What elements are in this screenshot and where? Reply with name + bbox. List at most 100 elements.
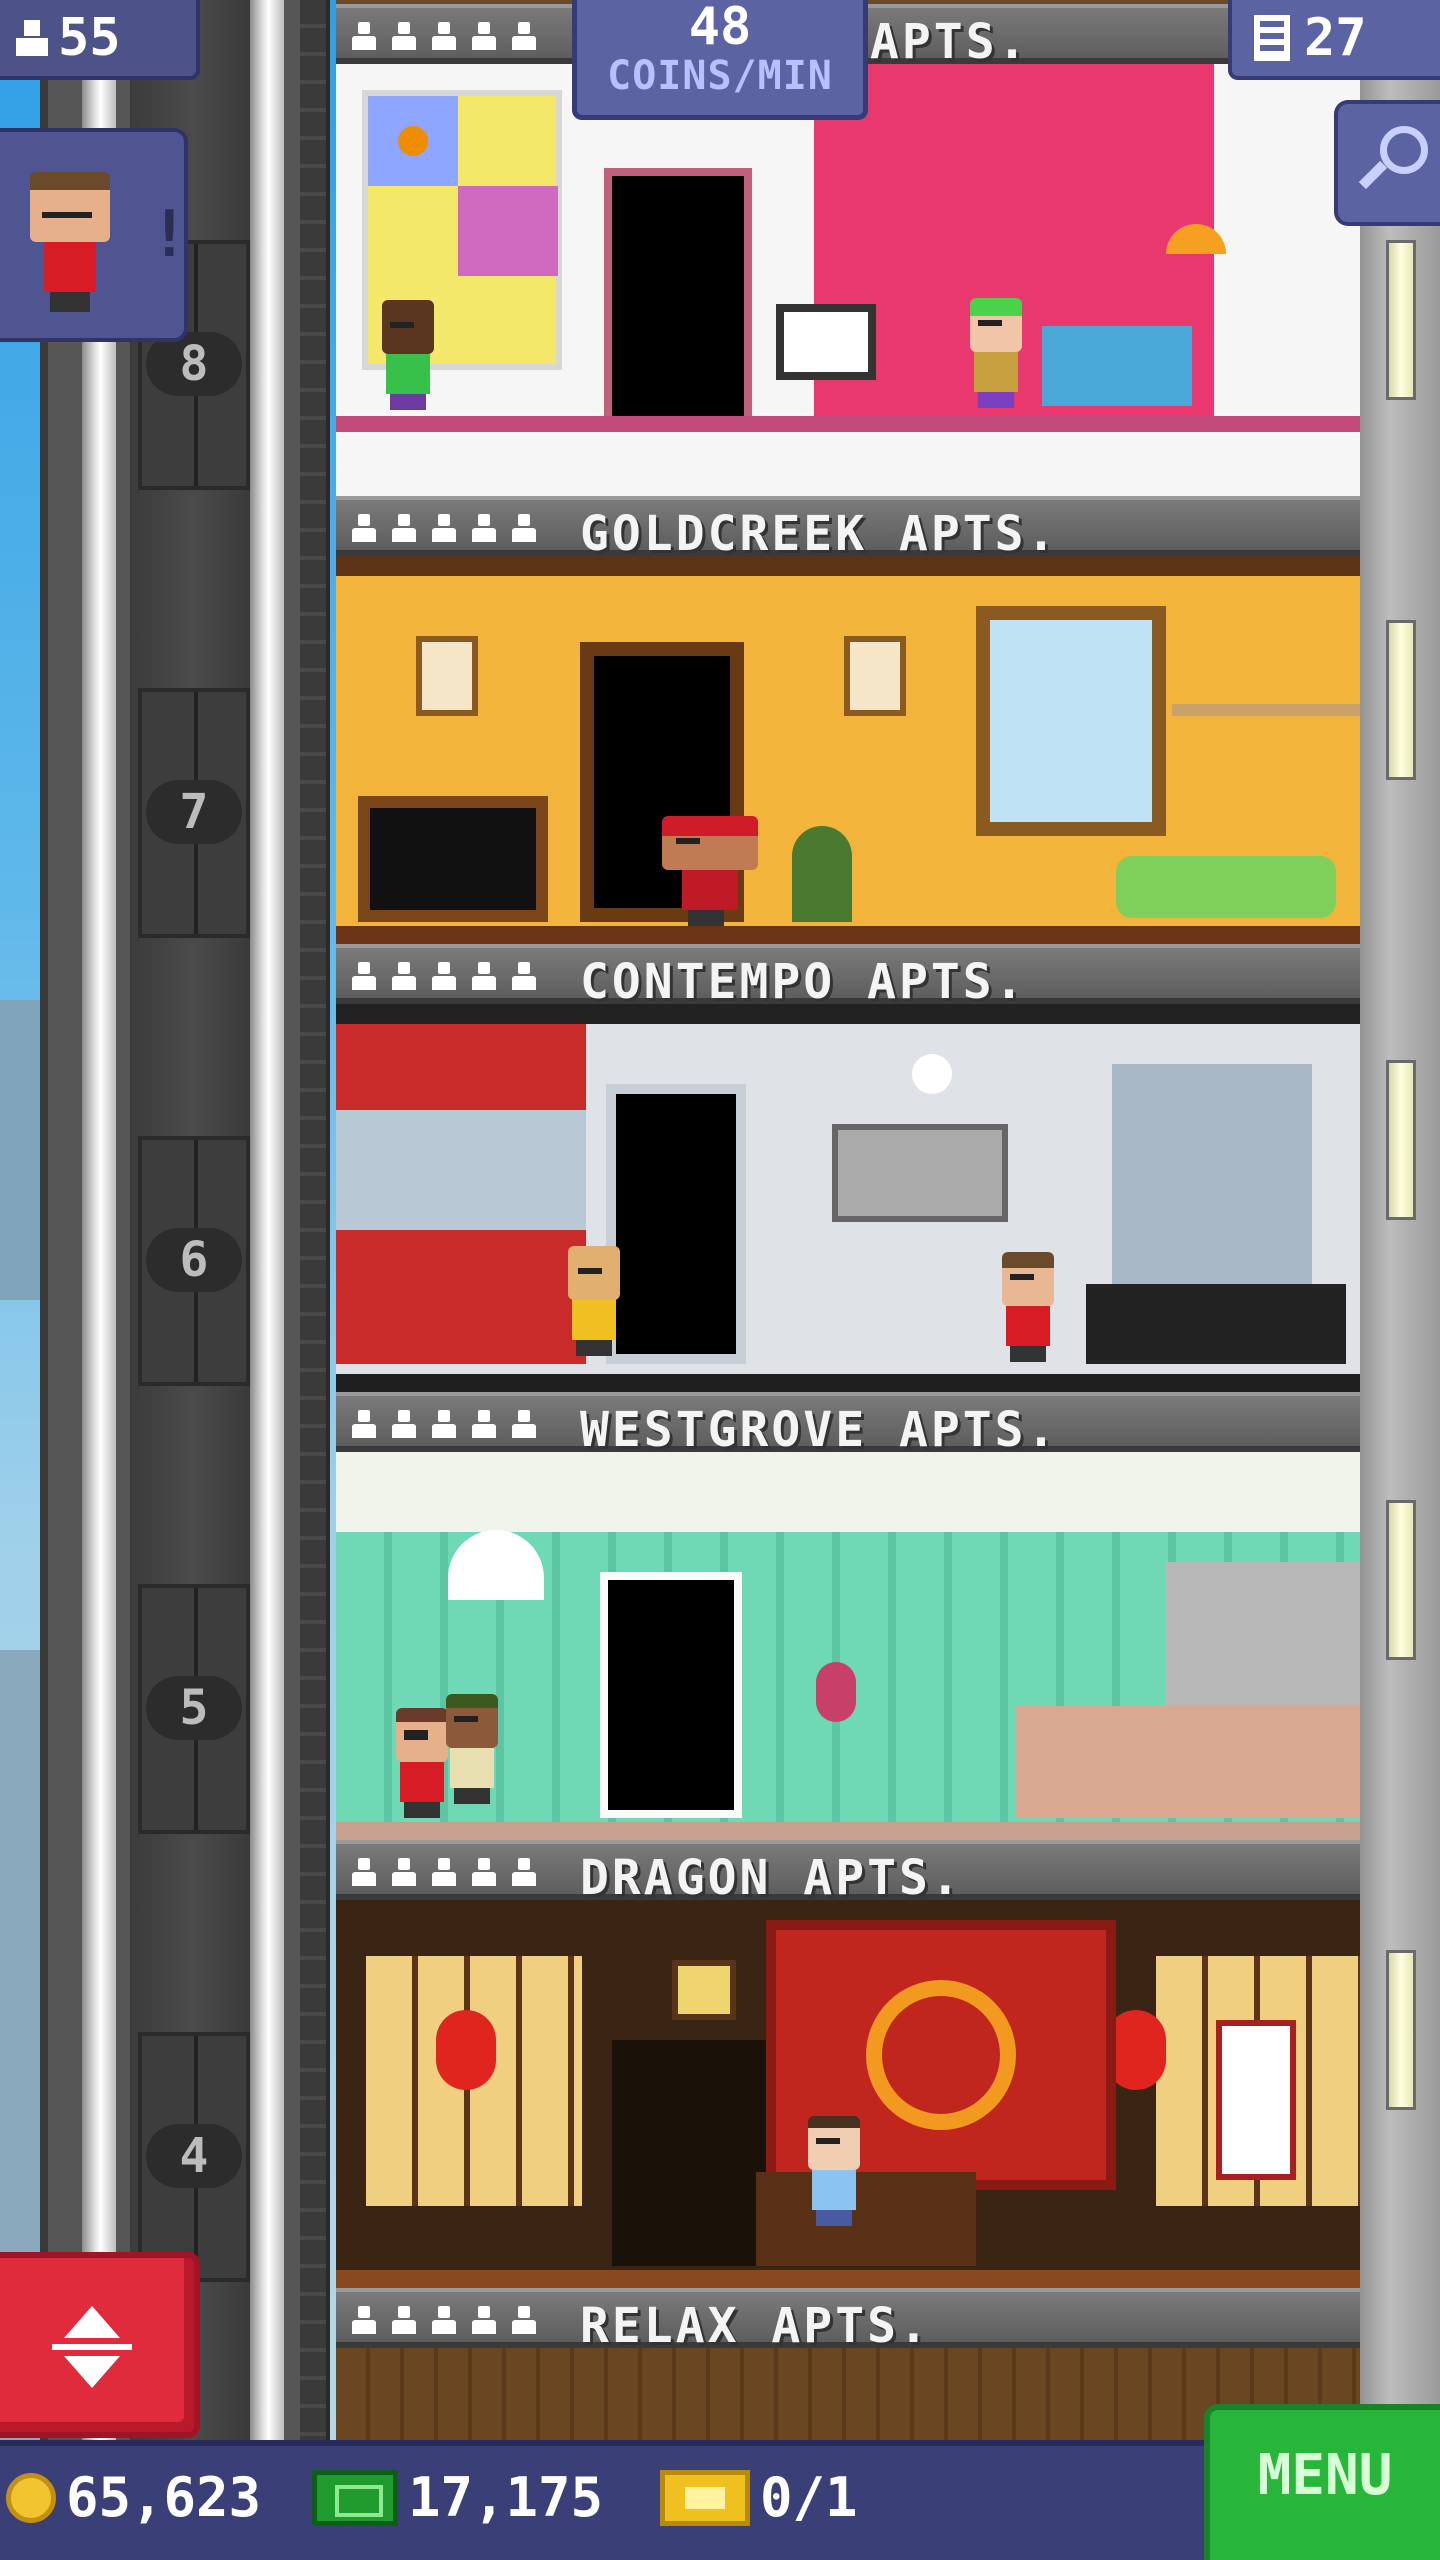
arrow-down-icon bbox=[64, 2356, 120, 2388]
elevator-rail bbox=[250, 0, 284, 2440]
star-icon bbox=[470, 1858, 498, 1888]
bitizen[interactable] bbox=[440, 1694, 504, 1804]
star-icon bbox=[350, 1410, 378, 1440]
population-counter[interactable]: 55 bbox=[0, 0, 200, 80]
room-dragon bbox=[336, 1900, 1360, 2288]
star-icon bbox=[510, 962, 538, 992]
room-floor bbox=[336, 1822, 1360, 1840]
apartment-door bbox=[600, 1572, 742, 1818]
sofa-icon bbox=[1042, 326, 1192, 406]
star-icon bbox=[350, 514, 378, 544]
plant-icon bbox=[792, 826, 852, 922]
star-icon bbox=[470, 962, 498, 992]
floor-label-bar: GOLDCREEK APTS. bbox=[336, 496, 1360, 562]
elevator-button[interactable] bbox=[0, 2252, 200, 2438]
star-icon bbox=[510, 1410, 538, 1440]
star-icon bbox=[430, 1410, 458, 1440]
population-value: 55 bbox=[58, 8, 121, 68]
floor-stars bbox=[350, 2306, 538, 2336]
floor-name: WESTGROVE APTS. bbox=[580, 1402, 1059, 1458]
room-floor bbox=[336, 2270, 1360, 2288]
coins-rate-unit: COINS/MIN bbox=[607, 53, 833, 99]
floor-dragon[interactable]: DRAGON APTS. bbox=[336, 1840, 1360, 2288]
room-goldcreek bbox=[336, 556, 1360, 944]
elevator-shaft-edge bbox=[300, 0, 330, 2440]
bed-icon bbox=[756, 2172, 976, 2266]
floor-stars bbox=[350, 1858, 538, 1888]
star-icon bbox=[350, 2306, 378, 2336]
bitizen[interactable] bbox=[376, 300, 440, 410]
room-pink-apartment bbox=[336, 64, 1360, 496]
room-floor bbox=[336, 416, 1360, 432]
elevator-floor-number: 6 bbox=[146, 1228, 242, 1292]
floor-name: CONTEMPO APTS. bbox=[580, 954, 1027, 1010]
bux-value: 17,175 bbox=[408, 2466, 604, 2529]
coins-stat[interactable]: 65,623 bbox=[6, 2466, 261, 2529]
floor-name: APTS. bbox=[870, 14, 1030, 70]
floor-name: RELAX APTS. bbox=[580, 2298, 931, 2354]
ceiling-lamp bbox=[912, 1054, 952, 1094]
menu-button[interactable]: MENU bbox=[1204, 2404, 1440, 2560]
bitizen[interactable] bbox=[996, 1252, 1060, 1362]
tv-icon bbox=[358, 796, 548, 922]
ceiling-lantern bbox=[672, 1960, 736, 2020]
bitizen[interactable] bbox=[802, 2116, 866, 2226]
star-icon bbox=[430, 514, 458, 544]
search-button[interactable] bbox=[1334, 100, 1440, 226]
floor-stars bbox=[350, 22, 538, 52]
star-icon bbox=[350, 1858, 378, 1888]
floor-contempo[interactable]: CONTEMPO APTS. bbox=[336, 944, 1360, 1392]
bitizen[interactable] bbox=[548, 1246, 648, 1356]
star-icon bbox=[470, 22, 498, 52]
alert-icon: ! bbox=[150, 198, 189, 272]
star-icon bbox=[390, 1858, 418, 1888]
room-floor bbox=[336, 926, 1360, 944]
tower-window bbox=[1386, 1500, 1416, 1660]
building-icon bbox=[1254, 15, 1290, 61]
floor-stars bbox=[350, 514, 538, 544]
star-icon bbox=[430, 2306, 458, 2336]
star-icon bbox=[470, 514, 498, 544]
coin-icon bbox=[6, 2472, 56, 2523]
room-contempo bbox=[336, 1004, 1360, 1392]
magnifier-icon bbox=[1380, 126, 1428, 174]
visitor-avatar bbox=[30, 172, 114, 312]
picture-frame bbox=[416, 636, 478, 716]
bitizen[interactable] bbox=[662, 816, 758, 926]
elevator-floor-number: 7 bbox=[146, 780, 242, 844]
star-icon bbox=[390, 2306, 418, 2336]
wall-art bbox=[832, 1124, 1008, 1222]
star-icon bbox=[510, 1858, 538, 1888]
coins-per-minute-panel[interactable]: 48 COINS/MIN bbox=[572, 0, 868, 120]
apartment-door bbox=[612, 2040, 772, 2266]
floor-westgrove[interactable]: WESTGROVE APTS. bbox=[336, 1392, 1360, 1840]
star-icon bbox=[430, 22, 458, 52]
visitor-notification[interactable]: ! bbox=[0, 128, 189, 342]
floor-name: DRAGON APTS. bbox=[580, 1850, 963, 1906]
floor-goldcreek[interactable]: GOLDCREEK APTS. bbox=[336, 496, 1360, 944]
star-icon bbox=[430, 1858, 458, 1888]
bux-stat[interactable]: 17,175 bbox=[312, 2466, 603, 2529]
picture-frame bbox=[844, 636, 906, 716]
floor-count-value: 27 bbox=[1304, 8, 1367, 68]
floor-label-bar: DRAGON APTS. bbox=[336, 1840, 1360, 1906]
floor-label-bar: RELAX APTS. bbox=[336, 2288, 1360, 2354]
elevator-floor-number: 5 bbox=[146, 1676, 242, 1740]
elevator-floor-number: 4 bbox=[146, 2124, 242, 2188]
ceiling bbox=[336, 1452, 1360, 1532]
tower-window bbox=[1386, 240, 1416, 400]
coins-rate-value: 48 bbox=[688, 0, 752, 57]
floor-count-panel[interactable]: 27 bbox=[1228, 0, 1440, 80]
floor-label-bar: CONTEMPO APTS. bbox=[336, 944, 1360, 1010]
bookshelf bbox=[1112, 1064, 1312, 1284]
tickets-stat[interactable]: 0/1 bbox=[660, 2466, 858, 2529]
star-icon bbox=[470, 1410, 498, 1440]
bed-icon bbox=[1086, 1284, 1346, 1364]
floor-stars bbox=[350, 1410, 538, 1440]
arrow-up-icon bbox=[64, 2306, 120, 2338]
lantern-icon bbox=[436, 2010, 496, 2090]
bitizen[interactable] bbox=[964, 298, 1028, 408]
person-icon bbox=[14, 18, 50, 58]
sofa-icon bbox=[1116, 856, 1336, 918]
tower-window bbox=[1386, 1950, 1416, 2110]
